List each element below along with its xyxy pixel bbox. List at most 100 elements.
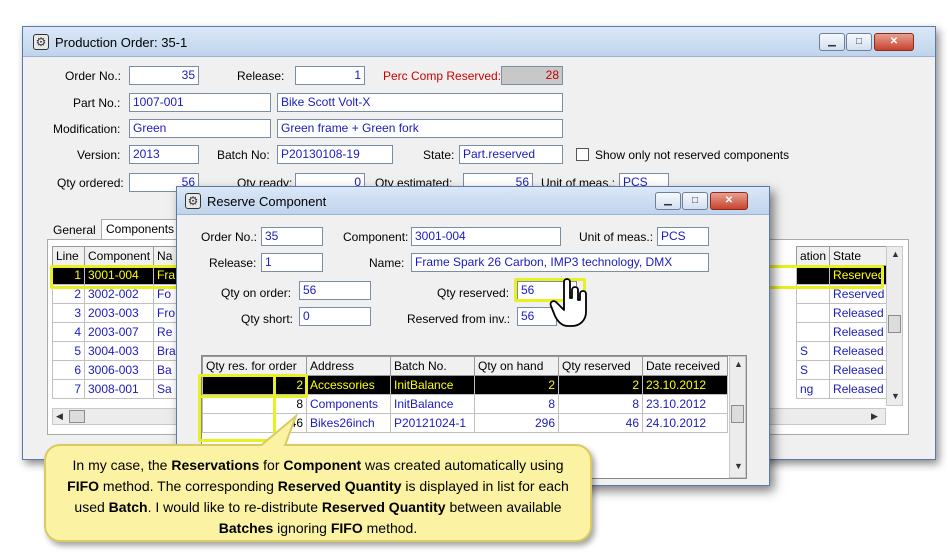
scroll-right-arrow-icon[interactable]: ▶ <box>871 411 878 422</box>
part-no-label: Part No.: <box>73 96 121 110</box>
order-no-field[interactable]: 35 <box>129 66 199 85</box>
col-address[interactable]: Address <box>306 356 391 376</box>
modification-desc-field[interactable]: Green frame + Green fork <box>277 119 563 138</box>
cell-location: ng <box>795 379 831 399</box>
cell-date: 23.10.2012 <box>642 375 728 395</box>
tab-general[interactable]: General <box>49 221 100 241</box>
batch-grid-scrollbar[interactable]: ▲ ▼ <box>729 356 746 478</box>
callout-text: for <box>259 457 284 473</box>
modification-label: Modification: <box>53 122 121 136</box>
cell-batch: P20121024-1 <box>390 413 475 433</box>
app-gear-icon: ⚙ <box>33 34 49 50</box>
qty-short-field: 0 <box>299 307 371 326</box>
cell-component: 2003-003 <box>83 303 155 323</box>
dialog-maximize-button[interactable]: □ <box>682 192 708 210</box>
dialog-titlebar[interactable]: ⚙ Reserve Component ▁ □ ✕ <box>177 187 769 215</box>
close-button[interactable]: ✕ <box>874 33 914 51</box>
main-titlebar[interactable]: ⚙ Production Order: 35-1 ▁ □ ✕ <box>23 27 935 57</box>
dlg-unit-field: PCS <box>657 227 709 246</box>
qty-on-order-field: 56 <box>299 281 371 300</box>
table-row[interactable]: ng Released <box>795 379 889 399</box>
maximize-button[interactable]: □ <box>846 33 872 51</box>
cell-on-hand: 2 <box>474 375 559 395</box>
part-no-field[interactable]: 1007-001 <box>129 93 271 112</box>
dlg-component-label: Component: <box>343 230 409 244</box>
col-qty-reserved[interactable]: Qty reserved <box>558 356 643 376</box>
col-line[interactable]: Line <box>52 246 85 266</box>
scroll-thumb[interactable] <box>888 315 901 333</box>
table-row[interactable]: 7 3008-001 Sa <box>52 379 180 399</box>
cell-location <box>795 322 831 342</box>
table-row[interactable]: 5 3004-003 Bra <box>52 341 180 361</box>
scroll-up-arrow-icon[interactable]: ▲ <box>891 249 900 259</box>
cell-state: Released <box>829 322 889 342</box>
cell-component: 3004-003 <box>83 341 155 361</box>
version-label: Version: <box>77 148 121 162</box>
order-no-label: Order No.: <box>65 69 122 83</box>
table-row[interactable]: S Released <box>795 341 889 361</box>
col-date-received[interactable]: Date received <box>642 356 728 376</box>
callout-text: ignoring <box>273 520 331 536</box>
state-label: State: <box>423 148 455 162</box>
dialog-minimize-button[interactable]: ▁ <box>655 192 681 210</box>
cell-address: Bikes26inch <box>306 413 391 433</box>
col-component[interactable]: Component <box>83 246 155 266</box>
dialog-close-button[interactable]: ✕ <box>710 192 748 210</box>
callout-text: In my case, the <box>72 457 172 473</box>
tab-components[interactable]: Components <box>101 219 180 239</box>
batch-scroll-thumb[interactable] <box>731 405 744 423</box>
col-qty-on-hand[interactable]: Qty on hand <box>474 356 559 376</box>
cell-state: Released <box>829 303 889 323</box>
scroll-down-arrow-icon[interactable]: ▼ <box>891 391 900 401</box>
callout-text: between available <box>445 499 562 515</box>
cell-address: Components <box>306 394 391 414</box>
batch-no-field[interactable]: P20130108-19 <box>277 145 393 164</box>
cell-state: Released <box>829 379 889 399</box>
batch-scroll-up-icon[interactable]: ▲ <box>734 359 743 369</box>
table-row[interactable]: Released <box>795 322 889 342</box>
col-state[interactable]: State <box>829 246 889 266</box>
minimize-button[interactable]: ▁ <box>819 33 845 51</box>
cell-line: 3 <box>52 303 85 323</box>
perc-comp-field: 28 <box>501 66 563 85</box>
cell-component: 2003-007 <box>83 322 155 342</box>
dialog-title: Reserve Component <box>207 194 327 209</box>
modification-field[interactable]: Green <box>129 119 271 138</box>
h-scroll-thumb[interactable] <box>69 410 85 423</box>
show-only-checkbox[interactable] <box>576 148 589 161</box>
qty-on-order-label: Qty on order: <box>221 286 292 300</box>
dlg-name-label: Name: <box>369 256 405 270</box>
state-field: Part.reserved <box>459 145 563 164</box>
release-field[interactable]: 1 <box>295 66 365 85</box>
table-row[interactable]: Released <box>795 303 889 323</box>
version-field[interactable]: 2013 <box>129 145 199 164</box>
scroll-left-arrow-icon[interactable]: ◀ <box>56 411 63 422</box>
table-row[interactable]: 3 2003-003 Fro <box>52 303 180 323</box>
part-name-field[interactable]: Bike Scott Volt-X <box>277 93 563 112</box>
main-window-title: Production Order: 35-1 <box>55 35 188 50</box>
grid-vertical-scrollbar[interactable]: ▲ ▼ <box>886 246 903 406</box>
table-row[interactable]: 6 3006-003 Ba <box>52 360 180 380</box>
table-row[interactable]: 4 2003-007 Re <box>52 322 180 342</box>
dlg-release-field: 1 <box>261 253 323 272</box>
callout-text: . I would like to re-distribute <box>147 499 322 515</box>
cell-component: 3006-003 <box>83 360 155 380</box>
col-location[interactable]: ation <box>795 246 831 266</box>
col-batch-no[interactable]: Batch No. <box>390 356 475 376</box>
cell-line: 6 <box>52 360 85 380</box>
hand-cursor-icon <box>549 276 587 327</box>
table-row[interactable]: S Released <box>795 360 889 380</box>
callout-text: method. <box>362 520 418 536</box>
cell-state: Released <box>829 341 889 361</box>
qty-reserved-label: Qty reserved: <box>437 286 510 300</box>
cell-date: 24.10.2012 <box>642 413 728 433</box>
callout-bold: Reserved Quantity <box>277 478 402 494</box>
cell-reserved: 8 <box>558 394 643 414</box>
batch-scroll-down-icon[interactable]: ▼ <box>734 461 743 471</box>
dlg-order-no-field: 35 <box>261 227 323 246</box>
callout-bold: FIFO <box>67 478 100 494</box>
dlg-unit-label: Unit of meas.: <box>579 230 654 244</box>
show-only-label: Show only not reserved components <box>595 148 790 162</box>
col-qty-res[interactable]: Qty res. for order <box>202 356 307 376</box>
dlg-release-label: Release: <box>209 256 257 270</box>
